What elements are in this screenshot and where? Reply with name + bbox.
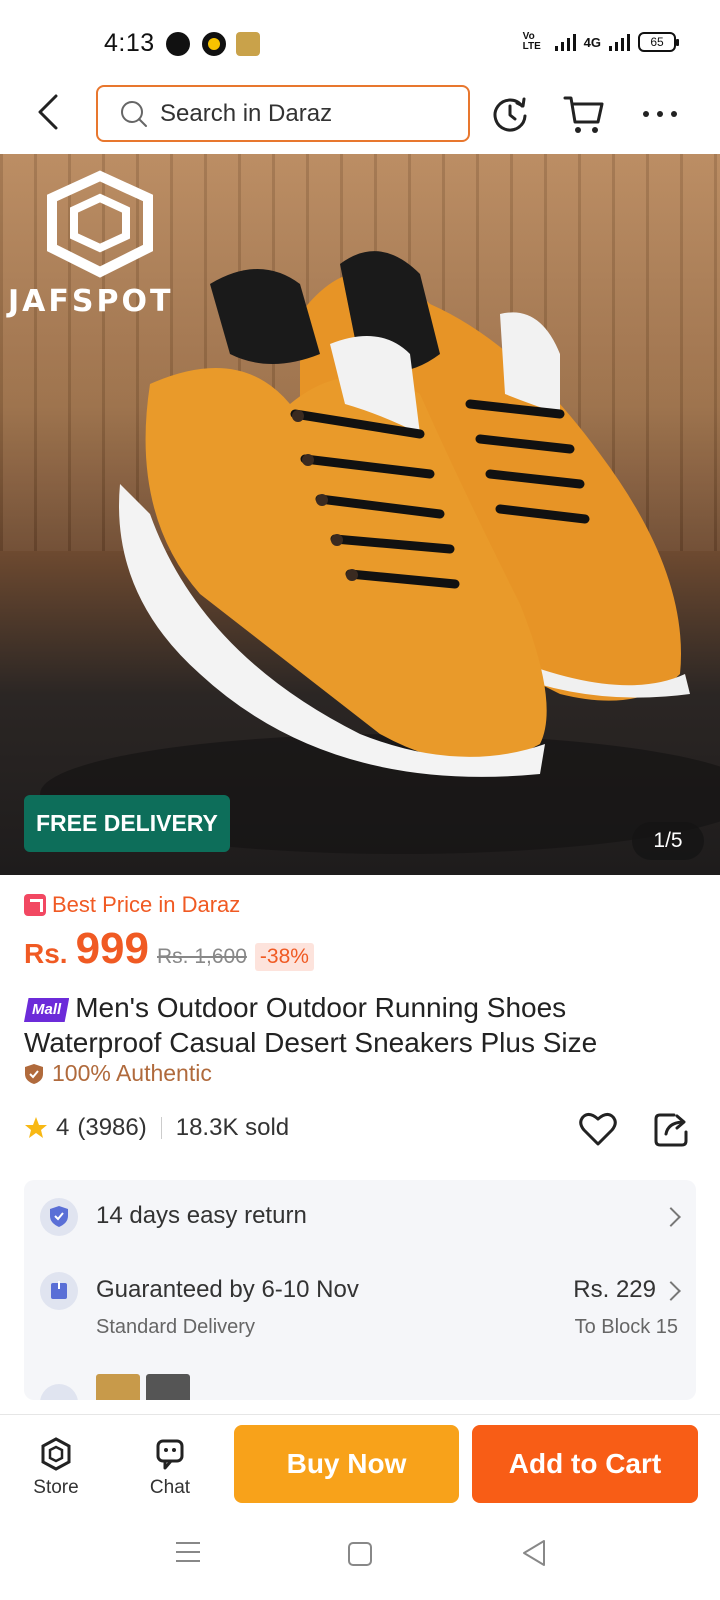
return-shield-icon	[40, 1198, 78, 1236]
authentic-text: 100% Authentic	[52, 1060, 212, 1086]
review-count: (3986)	[77, 1114, 147, 1141]
delivery-guarantee-text: Guaranteed by 6-10 Nov	[96, 1276, 359, 1303]
notification-icon	[236, 32, 260, 56]
store-icon	[41, 1437, 71, 1471]
return-policy-row[interactable]: 14 days easy return	[24, 1180, 696, 1254]
price-currency: Rs.	[24, 938, 68, 969]
best-price-text: Best Price in Daraz	[52, 892, 241, 917]
status-time: 4:13	[104, 29, 155, 57]
brand-logo-icon	[47, 170, 153, 278]
network-type-icon: 4G	[583, 34, 601, 50]
bottom-action-bar: Store Chat Buy Now Add to Cart	[0, 1414, 720, 1514]
history-icon[interactable]	[488, 92, 532, 136]
add-to-cart-button[interactable]: Add to Cart	[472, 1425, 698, 1503]
system-navigation-bar	[0, 1514, 720, 1600]
authentic-label[interactable]: 100% Authentic	[24, 1060, 212, 1087]
home-icon[interactable]	[348, 1542, 372, 1566]
back-triangle-icon[interactable]	[520, 1538, 548, 1568]
best-price-label: Best Price in Daraz	[24, 892, 240, 918]
signal-icon	[609, 33, 630, 51]
notification-icon	[202, 32, 226, 56]
delivery-location: To Block 15	[574, 1316, 678, 1338]
free-delivery-badge: FREE DELIVERY	[24, 795, 230, 852]
mall-badge: Mall	[24, 998, 70, 1022]
variant-thumbnail[interactable]	[96, 1374, 140, 1400]
status-indicators: Vo LTE 4G 65	[522, 31, 679, 52]
chevron-right-icon	[661, 1281, 681, 1301]
share-icon[interactable]	[652, 1110, 690, 1148]
delivery-row[interactable]: Guaranteed by 6-10 Nov Standard Delivery…	[24, 1254, 696, 1354]
divider	[160, 1117, 162, 1139]
variant-icon	[40, 1384, 78, 1400]
rating-value: 4	[56, 1114, 70, 1141]
shield-check-icon	[25, 1063, 43, 1084]
store-label: Store	[33, 1477, 79, 1498]
chevron-right-icon	[661, 1207, 681, 1227]
discount-badge: -38%	[254, 943, 314, 971]
delivery-type-text: Standard Delivery	[96, 1316, 255, 1338]
price-tag-icon	[24, 894, 46, 916]
delivery-icon	[40, 1272, 78, 1310]
product-title: Mall Men's Outdoor Outdoor Running Shoes …	[24, 990, 694, 1060]
store-button[interactable]: Store	[16, 1437, 96, 1499]
search-icon	[121, 100, 147, 127]
top-bar: Search in Daraz	[0, 80, 720, 154]
cart-icon[interactable]	[562, 92, 606, 136]
star-icon	[25, 1117, 47, 1138]
variant-thumbnail[interactable]	[146, 1374, 190, 1400]
buy-now-button[interactable]: Buy Now	[234, 1425, 459, 1503]
signal-icon	[554, 33, 576, 51]
sold-count: 18.3K sold	[175, 1114, 290, 1141]
search-input[interactable]: Search in Daraz	[96, 85, 470, 142]
volte-icon: Vo LTE	[522, 31, 541, 52]
recent-apps-icon[interactable]	[176, 1542, 200, 1566]
search-placeholder: Search in Daraz	[160, 99, 333, 127]
back-icon[interactable]	[30, 92, 70, 132]
status-bar: 4:13 Vo LTE 4G 65	[0, 0, 720, 80]
product-title-text: Men's Outdoor Outdoor Running Shoes Wate…	[24, 992, 598, 1058]
rating-row[interactable]: 4 (3986) 18.3K sold	[24, 1114, 289, 1142]
image-counter: 1/5	[632, 822, 704, 860]
return-policy-text: 14 days easy return	[96, 1202, 307, 1229]
chat-button[interactable]: Chat	[130, 1437, 210, 1499]
variants-row[interactable]	[24, 1370, 696, 1400]
original-price: Rs. 1,600	[157, 945, 247, 968]
notification-icon	[166, 32, 190, 56]
product-image-gallery[interactable]: JAFSPOT FREE DELIVERY 1/5	[0, 154, 720, 875]
chat-icon	[156, 1439, 184, 1470]
brand-name: JAFSPOT	[8, 284, 174, 319]
more-options-icon[interactable]	[638, 92, 682, 136]
chat-label: Chat	[149, 1477, 191, 1498]
price-value: 999	[75, 924, 149, 973]
wishlist-heart-icon[interactable]	[578, 1110, 618, 1148]
delivery-price: Rs. 229	[573, 1276, 656, 1303]
battery-icon: 65	[638, 32, 679, 52]
price-row: Rs. 999 Rs. 1,600 -38%	[24, 924, 314, 974]
services-card: 14 days easy return Guaranteed by 6-10 N…	[24, 1180, 696, 1400]
